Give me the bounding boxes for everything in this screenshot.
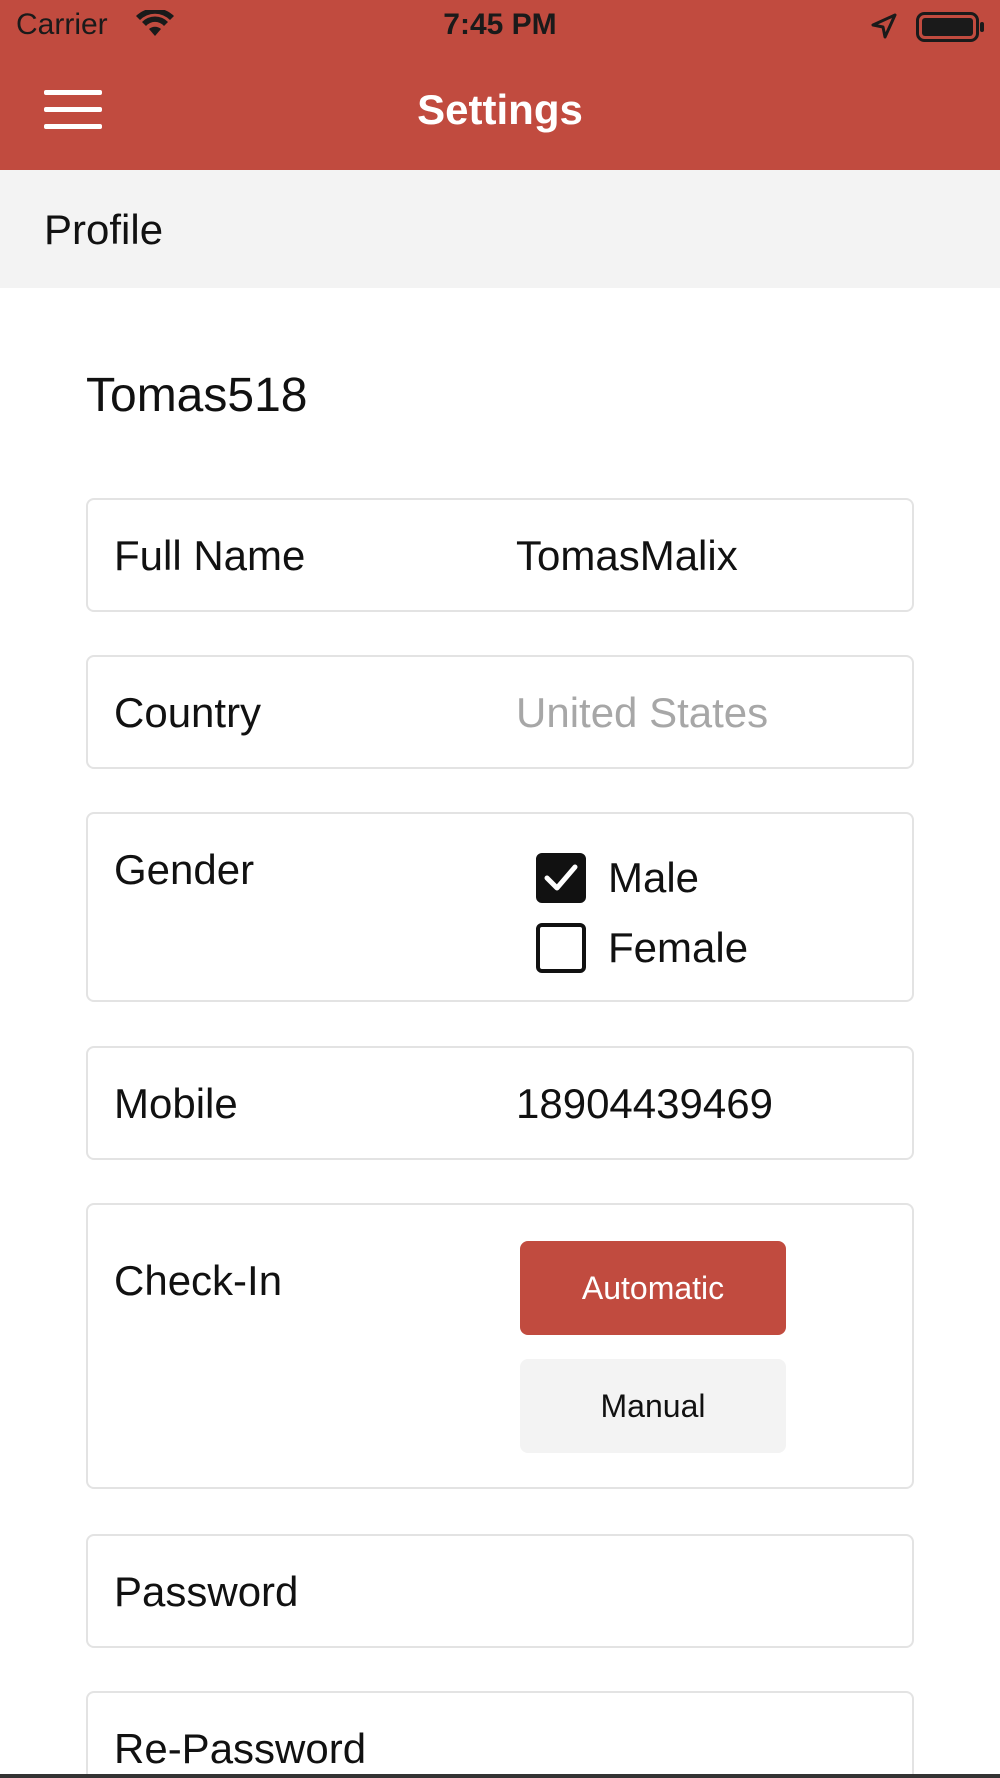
re-password-field[interactable]: Re-Password [86, 1691, 914, 1778]
checkbox-checked-icon[interactable] [536, 853, 586, 903]
male-label: Male [608, 854, 700, 901]
full-name-value[interactable]: TomasMalix [516, 532, 738, 580]
status-time: 7:45 PM [443, 8, 557, 41]
check-in-label: Check-In [114, 1257, 283, 1304]
battery-icon [916, 12, 984, 42]
full-name-label: Full Name [114, 532, 306, 579]
mobile-field[interactable]: Mobile 18904439469 [86, 1046, 914, 1160]
top-bar: Carrier 7:45 PM Settings [0, 0, 1000, 170]
section-title: Profile [44, 206, 164, 253]
check-in-manual-button[interactable]: Manual [520, 1359, 786, 1453]
country-label: Country [114, 689, 262, 736]
re-password-label: Re-Password [114, 1725, 367, 1772]
gender-option-female[interactable]: Female [536, 920, 748, 976]
checkbox-unchecked-icon[interactable] [536, 923, 586, 973]
page-title: Settings [417, 86, 583, 133]
password-label: Password [114, 1568, 299, 1615]
mobile-label: Mobile [114, 1080, 238, 1127]
full-name-field[interactable]: Full Name TomasMalix [86, 498, 914, 612]
profile-section-header: Profile [0, 170, 1000, 288]
password-field[interactable]: Password [86, 1534, 914, 1648]
bottom-divider [0, 1774, 1000, 1778]
username: Tomas518 [86, 369, 308, 422]
mobile-value[interactable]: 18904439469 [516, 1080, 773, 1128]
check-in-automatic-button[interactable]: Automatic [520, 1241, 786, 1335]
gender-field: Gender Male Female [86, 812, 914, 1002]
status-bar: Carrier 7:45 PM [0, 0, 1000, 56]
country-input[interactable]: United States [516, 689, 768, 737]
location-arrow-icon [871, 13, 897, 39]
check-in-field: Check-In Automatic Manual [86, 1203, 914, 1489]
country-field[interactable]: Country United States [86, 655, 914, 769]
gender-label: Gender [114, 846, 255, 893]
gender-option-male[interactable]: Male [536, 850, 699, 906]
female-label: Female [608, 924, 749, 971]
